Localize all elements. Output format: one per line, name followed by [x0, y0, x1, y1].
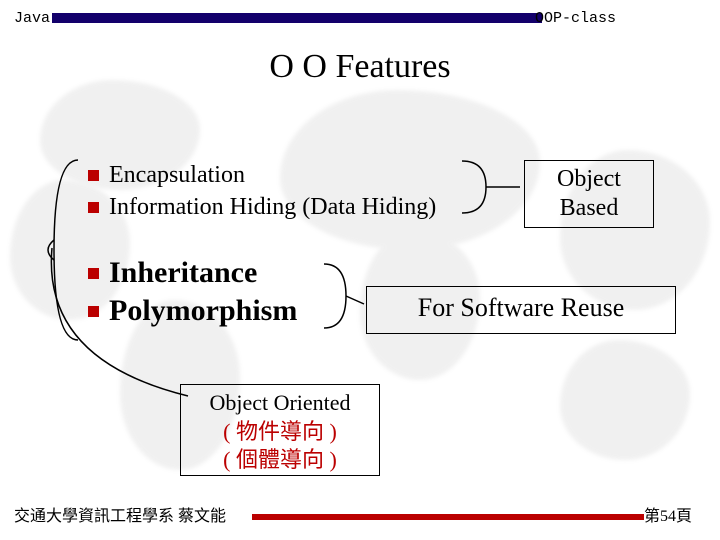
box-software-reuse-text: For Software Reuse [418, 293, 625, 322]
slide-root: Java OOP-class O O Features Encapsulatio… [0, 0, 720, 540]
footer-page-number: 第54頁 [644, 502, 692, 526]
box-software-reuse: For Software Reuse [366, 286, 676, 334]
header-right-label: OOP-class [535, 10, 616, 27]
bracket-to-object-based [456, 155, 526, 225]
header-left-label: Java [14, 10, 50, 27]
box-object-oriented: Object Oriented ( 物件導向 ) ( 個體導向 ) [180, 384, 380, 476]
bracket-all-to-oo [48, 150, 92, 410]
bullet-info-hiding: Information Hiding (Data Hiding) [88, 194, 436, 221]
box-object-based-l1: Object [525, 165, 653, 194]
bullet-square-icon [88, 202, 99, 213]
box-oo-cn1: ( 物件導向 ) [181, 418, 379, 447]
bracket-to-software-reuse [318, 256, 368, 336]
bullet-info-hiding-text: Information Hiding (Data Hiding) [109, 194, 436, 221]
box-oo-cn2: ( 個體導向 ) [181, 446, 379, 475]
bullet-square-icon [88, 268, 99, 279]
bullet-square-icon [88, 170, 99, 181]
bullet-inheritance-text: Inheritance [109, 256, 257, 290]
footer-rule [252, 514, 644, 520]
bullet-square-icon [88, 306, 99, 317]
box-oo-title: Object Oriented [181, 389, 379, 418]
header-rule [52, 13, 542, 23]
bullet-encapsulation-text: Encapsulation [109, 162, 245, 189]
bullet-polymorphism: Polymorphism [88, 294, 297, 328]
bullet-polymorphism-text: Polymorphism [109, 294, 297, 328]
footer-left-text: 交通大學資訊工程學系 蔡文能 [14, 502, 226, 526]
slide-title: O O Features [0, 48, 720, 86]
box-object-based: Object Based [524, 160, 654, 228]
bullet-inheritance: Inheritance [88, 256, 257, 290]
bullet-encapsulation: Encapsulation [88, 162, 245, 189]
box-object-based-l2: Based [525, 194, 653, 223]
